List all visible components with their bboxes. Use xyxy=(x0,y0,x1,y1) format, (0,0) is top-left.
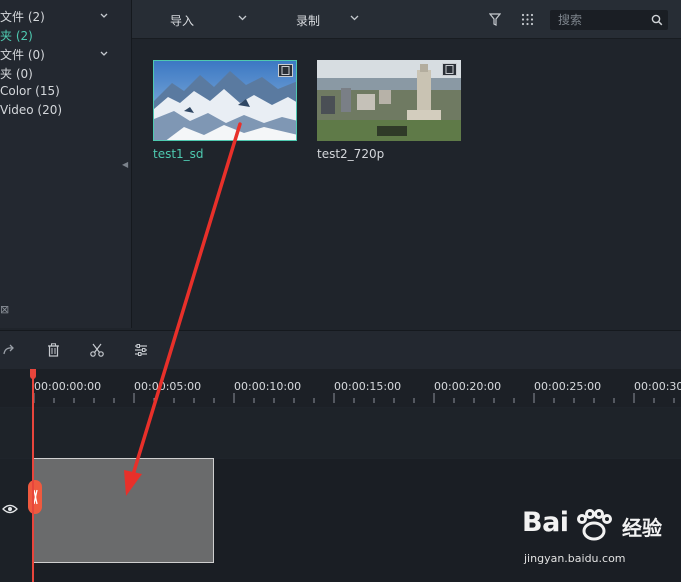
baidu-paw-logo-icon xyxy=(577,509,612,541)
baidu-watermark: Bai 经验 jingyan.baidu.com xyxy=(522,503,672,575)
watermark-url: jingyan.baidu.com xyxy=(524,552,626,565)
annotation-drag-arrow xyxy=(124,122,242,496)
watermark-jingyan: 经验 xyxy=(622,516,662,540)
watermark-brand: Bai xyxy=(522,507,569,538)
